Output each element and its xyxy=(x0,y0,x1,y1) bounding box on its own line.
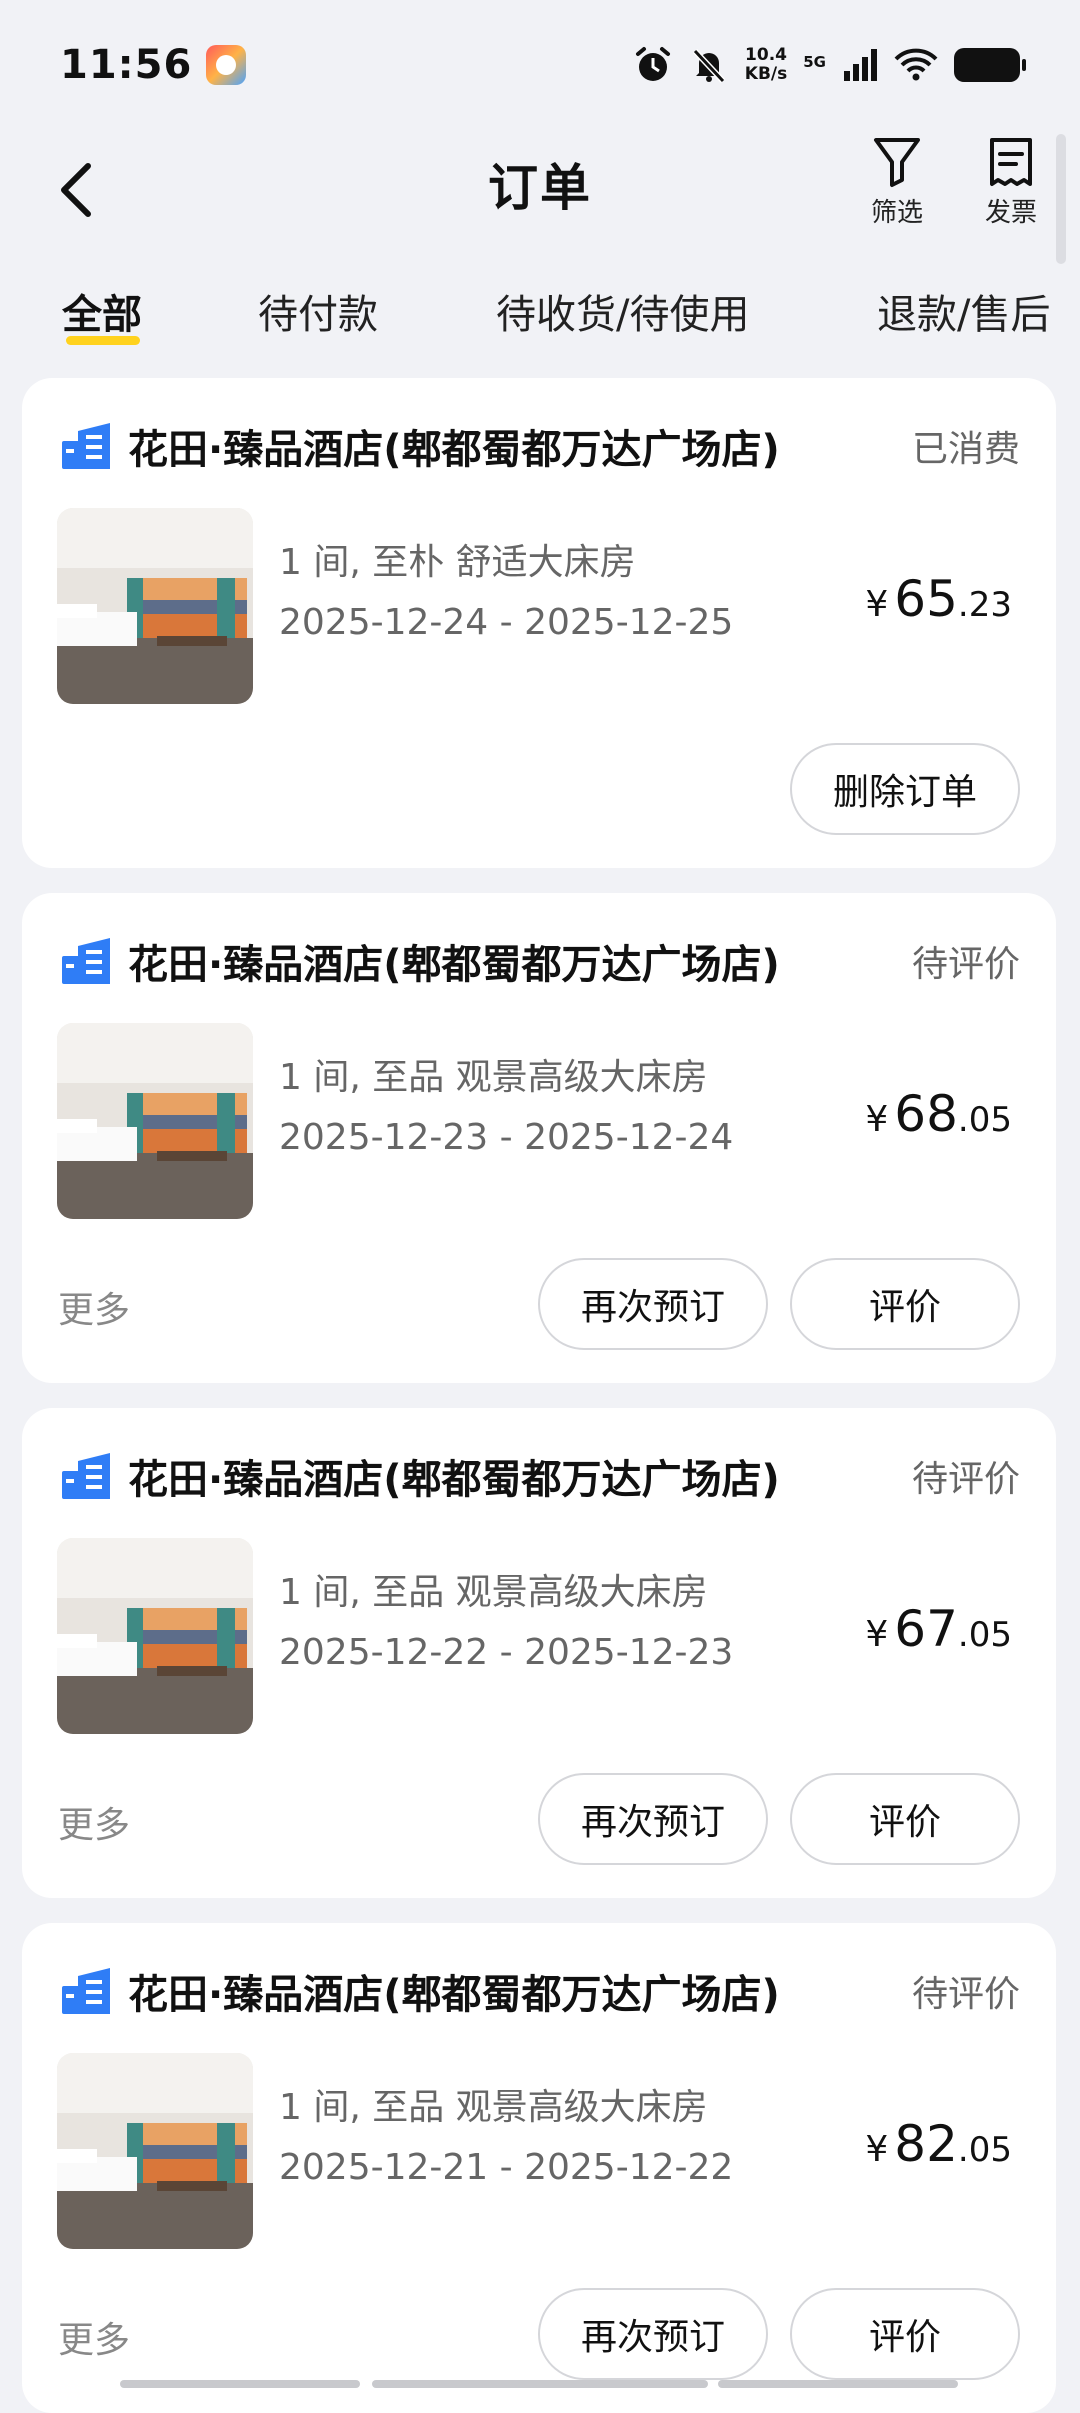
gesture-bar xyxy=(372,2380,708,2388)
status-bar: 11:56 10.4 KB/s 5G xyxy=(0,0,1080,130)
hotel-icon xyxy=(62,423,110,469)
filter-button[interactable]: 筛选 xyxy=(852,136,942,229)
review-button[interactable]: 评价 xyxy=(790,2288,1020,2380)
price-integer: 68 xyxy=(894,1085,958,1143)
order-card[interactable]: 花田·臻品酒店(郫都蜀都万达广场店) 待评价 1 间, 至品 观景高级大床房 2… xyxy=(22,893,1056,1383)
card-header: 花田·臻品酒店(郫都蜀都万达广场店) 已消费 xyxy=(60,414,1020,478)
filter-icon xyxy=(874,138,920,187)
currency-symbol: ¥ xyxy=(865,1099,889,1140)
price: ¥65.23 xyxy=(865,570,1012,628)
room-info: 1 间, 至品 观景高级大床房 2025-12-23 - 2025-12-24 xyxy=(279,1048,733,1168)
price-integer: 65 xyxy=(894,570,958,628)
room-type: 1 间, 至品 观景高级大床房 xyxy=(279,2087,708,2128)
net-speed-unit: KB/s xyxy=(744,64,788,84)
currency-symbol: ¥ xyxy=(865,2129,889,2170)
filter-label: 筛选 xyxy=(870,198,923,228)
scrollbar[interactable] xyxy=(1056,134,1066,264)
order-card[interactable]: 花田·臻品酒店(郫都蜀都万达广场店) 已消费 1 间, 至朴 舒适大床房 202… xyxy=(22,378,1056,868)
room-photo[interactable] xyxy=(57,1538,253,1734)
rebook-button[interactable]: 再次预订 xyxy=(538,1773,768,1865)
room-photo[interactable] xyxy=(57,508,253,704)
card-header: 花田·臻品酒店(郫都蜀都万达广场店) 待评价 xyxy=(60,1959,1020,2023)
card-header: 花田·臻品酒店(郫都蜀都万达广场店) 待评价 xyxy=(60,929,1020,993)
delete-order-button[interactable]: 删除订单 xyxy=(790,743,1020,835)
price-decimal: .23 xyxy=(957,585,1012,625)
rebook-button[interactable]: 再次预订 xyxy=(538,2288,768,2380)
app-notification-icon xyxy=(206,45,247,85)
stay-dates: 2025-12-21 - 2025-12-22 xyxy=(279,2147,734,2188)
price: ¥67.05 xyxy=(865,1600,1012,1658)
hotel-name[interactable]: 花田·臻品酒店(郫都蜀都万达广场店) xyxy=(128,932,780,990)
currency-symbol: ¥ xyxy=(865,584,889,625)
room-photo[interactable] xyxy=(57,2053,253,2249)
order-status: 已消费 xyxy=(911,429,1020,470)
order-card[interactable]: 花田·臻品酒店(郫都蜀都万达广场店) 待评价 1 间, 至品 观景高级大床房 2… xyxy=(22,1923,1056,2413)
hotel-name[interactable]: 花田·臻品酒店(郫都蜀都万达广场店) xyxy=(128,417,780,475)
status-icons: 10.4 KB/s 5G xyxy=(633,45,1026,85)
hotel-name[interactable]: 花田·臻品酒店(郫都蜀都万达广场店) xyxy=(128,1962,780,2020)
status-time: 11:56 xyxy=(60,42,193,88)
room-type: 1 间, 至品 观景高级大床房 xyxy=(279,1572,708,1613)
more-link[interactable]: 更多 xyxy=(58,2311,130,2363)
room-type: 1 间, 至品 观景高级大床房 xyxy=(279,1057,708,1098)
alarm-icon xyxy=(635,47,670,81)
room-photo[interactable] xyxy=(57,1023,253,1219)
order-status: 待评价 xyxy=(911,1974,1020,2015)
nav-bar: 订单 筛选 发票 xyxy=(0,130,1080,264)
order-status: 待评价 xyxy=(911,1459,1020,1500)
review-button[interactable]: 评价 xyxy=(790,1258,1020,1350)
hotel-name[interactable]: 花田·臻品酒店(郫都蜀都万达广场店) xyxy=(128,1447,780,1505)
tab-all[interactable]: 全部 xyxy=(62,282,142,340)
stay-dates: 2025-12-22 - 2025-12-23 xyxy=(279,1632,734,1673)
price-decimal: .05 xyxy=(957,1100,1012,1140)
card-header: 花田·臻品酒店(郫都蜀都万达广场店) 待评价 xyxy=(60,1444,1020,1508)
invoice-label: 发票 xyxy=(984,198,1037,228)
more-link[interactable]: 更多 xyxy=(58,1796,130,1848)
battery-icon xyxy=(954,48,1026,82)
invoice-button[interactable]: 发票 xyxy=(966,136,1056,229)
tab-pending-use[interactable]: 待收货/待使用 xyxy=(496,282,749,340)
gesture-bar xyxy=(718,2380,958,2388)
stay-dates: 2025-12-23 - 2025-12-24 xyxy=(279,1117,734,1158)
tab-refund[interactable]: 退款/售后 xyxy=(877,282,1050,340)
room-info: 1 间, 至朴 舒适大床房 2025-12-24 - 2025-12-25 xyxy=(279,533,733,653)
network-type: 5G xyxy=(803,53,826,71)
room-type: 1 间, 至朴 舒适大床房 xyxy=(279,542,636,583)
gesture-bar xyxy=(120,2380,360,2388)
price-integer: 82 xyxy=(894,2115,958,2173)
price-decimal: .05 xyxy=(957,1615,1012,1655)
room-info: 1 间, 至品 观景高级大床房 2025-12-22 - 2025-12-23 xyxy=(279,1563,733,1683)
hotel-icon xyxy=(62,1453,110,1499)
room-info: 1 间, 至品 观景高级大床房 2025-12-21 - 2025-12-22 xyxy=(279,2078,733,2198)
rebook-button[interactable]: 再次预订 xyxy=(538,1258,768,1350)
price: ¥82.05 xyxy=(865,2115,1012,2173)
more-link[interactable]: 更多 xyxy=(58,1281,130,1333)
currency-symbol: ¥ xyxy=(865,1614,889,1655)
price-integer: 67 xyxy=(894,1600,958,1658)
wifi-icon xyxy=(894,48,938,81)
hotel-icon xyxy=(62,938,110,984)
hotel-icon xyxy=(62,1968,110,2014)
order-status: 待评价 xyxy=(911,944,1020,985)
stay-dates: 2025-12-24 - 2025-12-25 xyxy=(279,602,734,643)
review-button[interactable]: 评价 xyxy=(790,1773,1020,1865)
price: ¥68.05 xyxy=(865,1085,1012,1143)
active-tab-indicator xyxy=(66,336,140,345)
price-decimal: .05 xyxy=(957,2130,1012,2170)
order-tabs: 全部 待付款 待收货/待使用 退款/售后 xyxy=(0,270,1080,370)
net-speed: 10.4 KB/s xyxy=(745,46,787,84)
tab-pending-payment[interactable]: 待付款 xyxy=(258,282,378,340)
signal-icon xyxy=(844,49,877,81)
mute-icon xyxy=(692,48,725,84)
net-speed-value: 10.4 xyxy=(745,45,787,65)
invoice-icon xyxy=(990,138,1032,186)
order-card[interactable]: 花田·臻品酒店(郫都蜀都万达广场店) 待评价 1 间, 至品 观景高级大床房 2… xyxy=(22,1408,1056,1898)
